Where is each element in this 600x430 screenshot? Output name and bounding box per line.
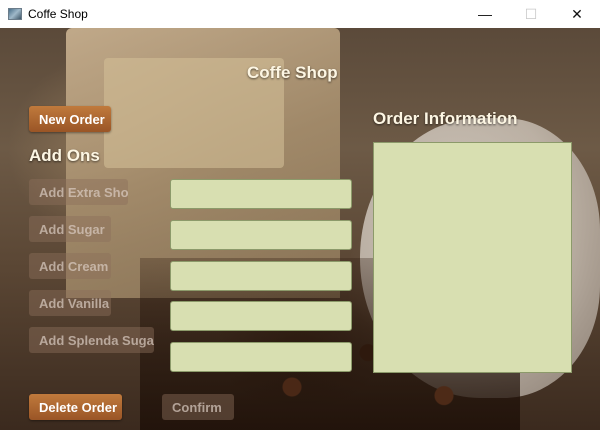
extra-shot-field[interactable] — [170, 179, 352, 209]
title-bar: Coffe Shop — ☐ ✕ — [0, 0, 600, 28]
minimize-button[interactable]: — — [462, 0, 508, 28]
add-extra-shot-button[interactable]: Add Extra Shot — [29, 179, 128, 205]
add-sugar-button[interactable]: Add Sugar — [29, 216, 111, 242]
order-information-heading: Order Information — [373, 109, 518, 128]
add-cream-button[interactable]: Add Cream — [29, 253, 111, 279]
splenda-sugar-field[interactable] — [170, 342, 352, 372]
new-order-button[interactable]: New Order — [29, 106, 111, 132]
order-information-box[interactable] — [373, 142, 572, 373]
coffee-app-icon — [8, 8, 22, 20]
add-splenda-sugar-button[interactable]: Add Splenda Sugar — [29, 327, 154, 353]
close-button[interactable]: ✕ — [554, 0, 600, 28]
add-vanilla-button[interactable]: Add Vanilla — [29, 290, 111, 316]
delete-order-button[interactable]: Delete Order — [29, 394, 122, 420]
window-title: Coffe Shop — [28, 7, 88, 21]
confirm-button[interactable]: Confirm — [162, 394, 234, 420]
main-panel: Coffe Shop New Order Order Information A… — [0, 28, 600, 430]
sugar-field[interactable] — [170, 220, 352, 250]
app-window: Coffe Shop — ☐ ✕ Coffe Shop New Order Or… — [0, 0, 600, 430]
maximize-button[interactable]: ☐ — [508, 0, 554, 28]
vanilla-field[interactable] — [170, 301, 352, 331]
cream-field[interactable] — [170, 261, 352, 291]
window-controls: — ☐ ✕ — [462, 0, 600, 28]
app-title: Coffe Shop — [247, 63, 338, 82]
add-ons-heading: Add Ons — [29, 146, 100, 165]
